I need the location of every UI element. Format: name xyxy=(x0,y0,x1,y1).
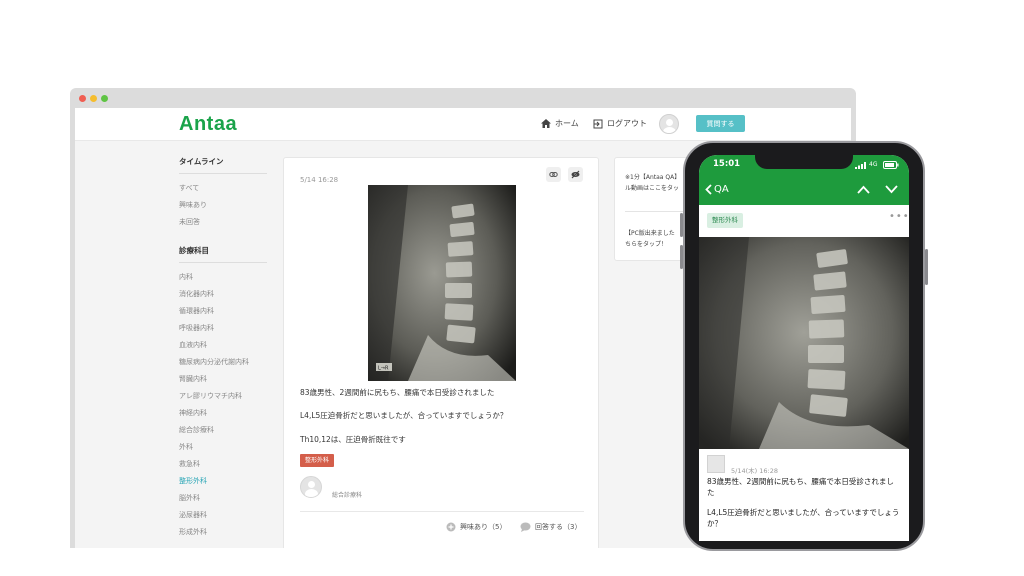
sidebar-item-all[interactable]: すべて xyxy=(179,180,267,197)
divider xyxy=(300,511,584,512)
chevron-up-icon[interactable] xyxy=(857,185,870,194)
sidebar-item-dept[interactable]: 救急科 xyxy=(179,456,267,473)
announcement-line-3[interactable]: 【PC版出来ました xyxy=(625,228,675,239)
phone-mockup: 15:01 4G QA 整形外科 ••• 5/14(木) 16:28 83歳男性… xyxy=(680,141,928,551)
xray-image[interactable] xyxy=(699,237,909,449)
close-dot[interactable] xyxy=(79,95,86,102)
maximize-dot[interactable] xyxy=(101,95,108,102)
comment-icon xyxy=(520,522,531,532)
sidebar-item-dept[interactable]: 形成外科 xyxy=(179,524,267,541)
chevron-left-icon xyxy=(705,184,712,195)
antaa-logo[interactable]: Antaa xyxy=(179,113,237,136)
browser-chrome xyxy=(70,88,856,108)
battery-icon xyxy=(883,161,899,169)
author-department: 総合診療科 xyxy=(332,492,363,499)
department-heading: 診療科目 xyxy=(179,245,267,263)
app-header: 15:01 4G QA xyxy=(699,155,909,205)
volume-button xyxy=(680,213,683,237)
user-avatar[interactable] xyxy=(659,114,679,134)
phone-notch xyxy=(755,155,853,169)
question-line-2: L4,L5圧迫骨折だと思いましたが、合っていますでしょうか？ xyxy=(300,411,508,420)
copy-link-button[interactable] xyxy=(546,167,561,182)
sidebar-item-unanswered[interactable]: 未回答 xyxy=(179,214,267,231)
question-card: 5/14 16:28 L→R 83歳男性、2週間前に尻もち、腰痛で本日受診されま… xyxy=(283,157,599,548)
announcement-line-4[interactable]: ちらをタップ！ xyxy=(625,239,667,250)
back-button[interactable]: QA xyxy=(705,184,729,195)
volume-button xyxy=(680,245,683,269)
question-line-1: 83歳男性、2週間前に尻もち、腰痛で本日受診されました xyxy=(300,388,495,397)
announcement-line-1[interactable]: ※1分【Antaa QA】 xyxy=(625,172,680,183)
logout-label: ログアウト xyxy=(607,119,647,128)
eye-off-icon xyxy=(571,170,580,179)
spine-xray: L→R xyxy=(368,185,516,381)
sidebar-item-dept[interactable]: 内科 xyxy=(179,269,267,286)
sidebar-item-dept[interactable]: 消化器内科 xyxy=(179,286,267,303)
home-link[interactable]: ホーム xyxy=(541,118,579,129)
post-date: 5/14 16:28 xyxy=(300,176,339,184)
question-line-1: 83歳男性、2週間前に尻もち、腰痛で本日受診されまし xyxy=(707,477,894,486)
sidebar-item-dept[interactable]: 腎臓内科 xyxy=(179,371,267,388)
answer-label: 回答する（3） xyxy=(535,523,582,531)
home-label: ホーム xyxy=(555,119,579,128)
top-navbar: Antaa ホーム ログアウト 質問する xyxy=(75,108,851,141)
sidebar-item-dept[interactable]: 泌尿器科 xyxy=(179,507,267,524)
sidebar-item-dept[interactable]: 外科 xyxy=(179,439,267,456)
sidebar-item-dept[interactable]: 糖尿病内分泌代謝内科 xyxy=(179,354,267,371)
sidebar-item-interested[interactable]: 興味あり xyxy=(179,197,267,214)
interest-label: 興味あり（5） xyxy=(460,523,507,531)
question-line-3: Th10,12は、圧迫骨折既往です xyxy=(300,435,406,444)
phone-screen: 15:01 4G QA 整形外科 ••• 5/14(木) 16:28 83歳男性… xyxy=(699,155,909,541)
signal-icon xyxy=(855,162,866,169)
author-avatar xyxy=(300,476,322,498)
announcement-line-2[interactable]: ル動画はここをタッ xyxy=(625,183,679,194)
link-icon xyxy=(549,172,558,177)
question-line-2-wrap: か？ xyxy=(707,519,722,528)
sidebar-item-dept[interactable]: 神経内科 xyxy=(179,405,267,422)
sidebar-item-dept[interactable]: 血液内科 xyxy=(179,337,267,354)
post-date: 5/14(木) 16:28 xyxy=(731,467,778,475)
sidebar-item-dept[interactable]: 脳外科 xyxy=(179,490,267,507)
sidebar-item-orthopedics[interactable]: 整形外科 xyxy=(179,473,267,490)
chevron-down-icon[interactable] xyxy=(885,185,898,194)
spine-xray xyxy=(699,237,909,449)
timeline-heading: タイムライン xyxy=(179,156,267,174)
answer-button[interactable]: 回答する（3） xyxy=(520,522,581,532)
interest-button[interactable]: 興味あり（5） xyxy=(446,522,506,532)
xray-marker: L→R xyxy=(378,366,389,372)
sidebar-item-dept[interactable]: 循環器内科 xyxy=(179,303,267,320)
network-label: 4G xyxy=(869,161,878,168)
ask-question-button[interactable]: 質問する xyxy=(696,115,745,132)
sidebar: タイムライン すべて 興味あり 未回答 診療科目 内科 消化器内科 循環器内科 … xyxy=(179,156,267,541)
more-options-icon[interactable]: ••• xyxy=(889,211,909,222)
author-avatar xyxy=(707,455,725,473)
sidebar-item-dept[interactable]: 呼吸器内科 xyxy=(179,320,267,337)
department-tag[interactable]: 整形外科 xyxy=(707,213,743,228)
question-line-1-wrap: た xyxy=(707,488,715,497)
department-tag[interactable]: 整形外科 xyxy=(300,454,335,467)
back-label: QA xyxy=(714,184,729,195)
logout-link[interactable]: ログアウト xyxy=(593,118,647,129)
xray-image[interactable]: L→R xyxy=(368,185,516,381)
status-time: 15:01 xyxy=(713,159,741,169)
hide-post-button[interactable] xyxy=(568,167,583,182)
sidebar-item-dept[interactable]: 総合診療科 xyxy=(179,422,267,439)
home-icon xyxy=(541,119,551,128)
question-line-2: L4,L5圧迫骨折だと思いましたが、合っていますでしょう xyxy=(707,508,900,517)
plus-circle-icon xyxy=(446,522,456,532)
logout-icon xyxy=(593,119,603,128)
power-button xyxy=(925,249,928,285)
sidebar-item-dept[interactable]: アレ膠リウマチ内科 xyxy=(179,388,267,405)
minimize-dot[interactable] xyxy=(90,95,97,102)
